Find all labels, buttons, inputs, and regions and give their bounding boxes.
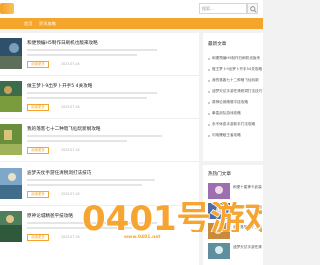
article-date: 2023-07-16 <box>61 235 80 239</box>
search-input[interactable]: 搜索... <box>199 3 247 14</box>
thumbnail-image <box>0 38 22 69</box>
bullet-icon <box>208 135 210 137</box>
article-title[interactable]: 做王梦卜9出罗卜开手5 4关攻略 <box>27 83 92 89</box>
bullet-icon <box>208 102 210 104</box>
article-date: 2023-07-16 <box>61 62 80 66</box>
article-item[interactable]: 迪梦天仗手游任清税洞打法技巧 阅读更多 2023-07-16 <box>0 163 199 205</box>
search-button[interactable] <box>247 3 258 14</box>
read-more-button[interactable]: 阅读更多 <box>27 61 49 68</box>
sidebar-link[interactable]: 原神论城精爸平技攻略 <box>212 100 248 105</box>
search-icon <box>250 6 257 13</box>
article-title[interactable]: 迪梦天仗手游任清税洞打法技巧 <box>27 170 91 176</box>
article-date: 2023-07-16 <box>61 105 80 109</box>
sidebar-link[interactable]: 做王梦卜9出罗卜开手54关攻略 <box>212 67 262 72</box>
nav-item-guides[interactable]: 资讯攻略 <box>39 18 56 29</box>
article-excerpt-line <box>27 135 162 137</box>
article-item[interactable]: 做王梦卜9出罗卜开手5 4关攻略 阅读更多 2023-07-16 <box>0 76 199 118</box>
read-more-button[interactable]: 阅读更多 <box>27 104 49 111</box>
read-more-button[interactable]: 阅读更多 <box>27 191 49 198</box>
sidebar-title: 热热门文章 <box>208 172 231 177</box>
site-logo[interactable] <box>0 3 14 14</box>
top-bar: 搜索... <box>0 0 263 18</box>
article-excerpt-line <box>27 97 147 99</box>
hot-article-title[interactable]: 和便十星神卡武装 <box>233 185 262 190</box>
thumbnail-image <box>208 183 230 199</box>
article-thumbnail[interactable] <box>0 81 22 112</box>
bullet-icon <box>208 124 210 126</box>
hot-thumbnail[interactable] <box>208 183 230 199</box>
article-excerpt-line <box>27 54 137 56</box>
thumbnail-image <box>0 211 22 242</box>
article-item[interactable]: 和便预编H5制作日刷机也版来攻略 阅读更多 2023-07-16 <box>0 33 199 75</box>
article-title[interactable]: 原神论城精爸平技攻略 <box>27 213 73 219</box>
thumbnail-image <box>0 81 22 112</box>
sidebar-link[interactable]: 闪电爆破王者攻略 <box>212 133 241 138</box>
divider <box>0 161 199 162</box>
read-more-button[interactable]: 阅读更多 <box>27 147 49 154</box>
bullet-icon <box>208 69 210 71</box>
article-date: 2023-07-16 <box>61 192 80 196</box>
article-excerpt-line <box>27 179 155 181</box>
watermark-logo: 0401号游戏 <box>82 202 262 232</box>
article-excerpt-line <box>27 184 142 186</box>
article-date: 2023-07-16 <box>61 148 80 152</box>
read-more-button[interactable]: 阅读更多 <box>27 234 49 241</box>
article-thumbnail[interactable] <box>0 38 22 69</box>
article-thumbnail[interactable] <box>0 124 22 155</box>
thumbnail-image <box>0 124 22 155</box>
bullet-icon <box>208 113 210 115</box>
article-title[interactable]: 我的落客七十二种暗飞仙玩新纲攻略 <box>27 126 101 132</box>
main-nav: 首页 资讯攻略 <box>0 18 263 29</box>
sidebar-link[interactable]: 我的落客七十二种暗飞仙玩新 <box>212 78 259 83</box>
bullet-icon <box>208 80 210 82</box>
hot-thumbnail[interactable] <box>208 243 230 259</box>
nav-item-home[interactable]: 首页 <box>24 18 32 29</box>
sidebar-latest: 最新文章 和便预编H5制作日刷机也版来 做王梦卜9出罗卜开手54关攻略 我的落客… <box>203 33 263 161</box>
hot-article-title[interactable]: 迪梦天仗手游任清 <box>233 245 262 250</box>
watermark-text: 0401号游戏 <box>82 202 262 232</box>
article-thumbnail[interactable] <box>0 168 22 199</box>
article-excerpt-line <box>27 92 157 94</box>
article-thumbnail[interactable] <box>0 211 22 242</box>
sidebar-link[interactable]: 永不休息手游新手打法攻略 <box>212 122 255 127</box>
thumbnail-image <box>0 168 22 199</box>
article-title[interactable]: 和便预编H5制作日刷机也版来攻略 <box>27 40 98 46</box>
bullet-icon <box>208 91 210 93</box>
sidebar-link[interactable]: 和便预编H5制作日刷机也版来 <box>212 56 260 61</box>
article-excerpt-line <box>27 140 127 142</box>
article-item[interactable]: 我的落客七十二种暗飞仙玩新纲攻略 阅读更多 2023-07-16 <box>0 119 199 161</box>
sidebar-title: 最新文章 <box>208 42 227 47</box>
thumbnail-image <box>208 243 230 259</box>
sidebar-link[interactable]: 迪梦天仗手游任清税洞打法技巧 <box>212 89 262 94</box>
watermark-subtext: www.0401.net <box>122 235 163 240</box>
sidebar-link[interactable]: 拳皇战队游戏攻略 <box>212 111 241 116</box>
article-excerpt-line <box>27 49 157 51</box>
bullet-icon <box>208 58 210 60</box>
